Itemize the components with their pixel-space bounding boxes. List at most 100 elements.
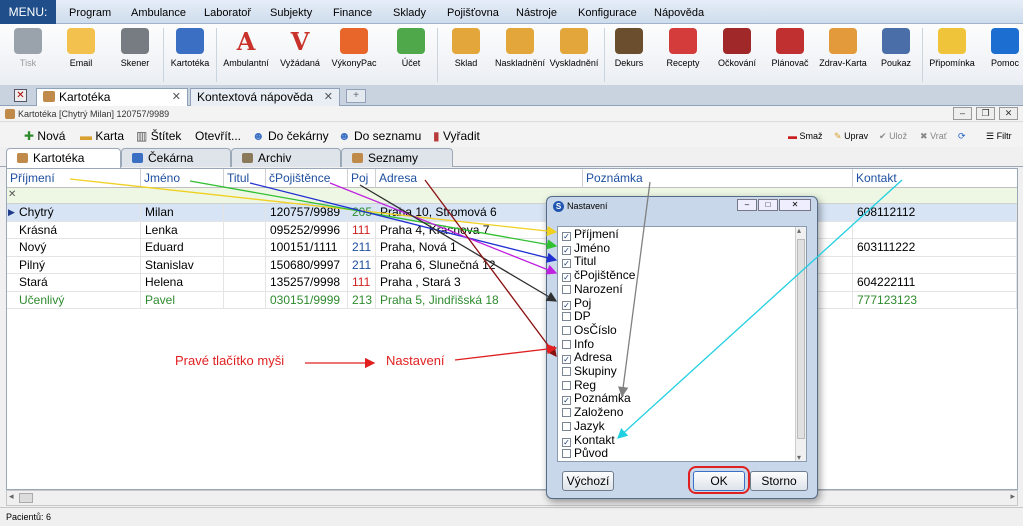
- minimize-icon[interactable]: –: [737, 199, 757, 211]
- column-option[interactable]: ✓ Jméno: [562, 241, 610, 256]
- column-option[interactable]: Skupiny: [562, 364, 617, 379]
- toolbar-button-v-konypac[interactable]: VýkonyPac: [328, 24, 380, 86]
- filter-button[interactable]: ☰ Filtr: [986, 128, 1012, 144]
- to-waiting-room-button[interactable]: ☻ Do čekárny: [252, 127, 329, 145]
- table-row[interactable]: Stará Helena 135257/9998 111 Praha , Stará 3…: [7, 274, 1017, 292]
- tab-cekarna[interactable]: Čekárna: [121, 148, 231, 167]
- close-dialog-icon[interactable]: ✕: [779, 199, 811, 211]
- toolbar-button-tisk[interactable]: Tisk: [2, 24, 54, 86]
- checkbox[interactable]: [562, 325, 571, 335]
- checkbox[interactable]: ✓: [562, 273, 571, 283]
- column-header-cpojistence[interactable]: čPojištěnce: [266, 169, 348, 188]
- column-header-poznamka[interactable]: Poznámka: [583, 169, 853, 188]
- tab-kontextova-napoveda[interactable]: Kontextová nápověda ✕: [190, 88, 340, 106]
- menu-item-subjekty[interactable]: Subjekty: [270, 0, 312, 24]
- checkbox[interactable]: ✓: [562, 396, 571, 406]
- menu-item-pojistovna[interactable]: Pojišťovna: [447, 0, 499, 24]
- toolbar-button-naskladn-n-[interactable]: Naskladnění: [494, 24, 546, 86]
- column-header-jmeno[interactable]: Jméno: [141, 169, 224, 188]
- close-tab-icon[interactable]: ✕: [172, 89, 181, 106]
- card-button[interactable]: ▬ Karta: [80, 127, 124, 145]
- minimize-icon[interactable]: –: [953, 107, 972, 120]
- scroll-up-icon[interactable]: ▴: [797, 227, 801, 235]
- column-option[interactable]: ✓ Poznámka: [562, 392, 631, 406]
- table-row[interactable]: ▶ Chytrý Milan 120757/9989 205 Praha 10, Stro…: [7, 204, 1017, 222]
- table-row[interactable]: Krásná Lenka 095252/9996 111 Praha 4, Krásno…: [7, 221, 1017, 239]
- toolbar-button-sklad[interactable]: Sklad: [440, 24, 492, 86]
- column-option[interactable]: ✓ Adresa: [562, 350, 612, 365]
- scroll-thumb[interactable]: [797, 239, 805, 439]
- checkbox[interactable]: [562, 408, 571, 418]
- default-button[interactable]: Výchozí: [562, 471, 614, 491]
- menu-item-program[interactable]: Program: [69, 0, 111, 24]
- close-tab-icon[interactable]: ✕: [324, 89, 333, 106]
- column-option[interactable]: Původ: [562, 446, 608, 461]
- column-option[interactable]: OsČíslo: [562, 323, 617, 338]
- restore-icon[interactable]: ❐: [976, 107, 995, 120]
- edit-button[interactable]: ✎ Uprav: [834, 128, 868, 144]
- table-row[interactable]: Nový Eduard 100151/1111 211 Praha, Nová 1 603…: [7, 239, 1017, 257]
- toolbar-button-pomoc[interactable]: Pomoc: [979, 24, 1023, 86]
- checkbox[interactable]: [562, 284, 571, 294]
- column-option[interactable]: Reg: [562, 378, 596, 393]
- checkbox[interactable]: [562, 449, 571, 459]
- tab-seznamy[interactable]: Seznamy: [341, 148, 453, 167]
- scroll-right-icon[interactable]: ▸: [1010, 491, 1015, 502]
- toolbar-button--et[interactable]: Účet: [385, 24, 437, 86]
- toolbar-button-vyskladn-n-[interactable]: Vyskladnění: [548, 24, 600, 86]
- menu-item-laborator[interactable]: Laboratoř: [204, 0, 251, 24]
- discard-button[interactable]: ▮ Vyřadit: [433, 127, 480, 145]
- toolbar-button-ambulantn-[interactable]: A Ambulantní: [220, 24, 272, 86]
- column-option[interactable]: ✓ Příjmení: [562, 227, 619, 242]
- column-option[interactable]: ✓ čPojištěnce: [562, 268, 635, 283]
- scroll-down-icon[interactable]: ▾: [797, 453, 801, 461]
- menu-item-sklady[interactable]: Sklady: [393, 0, 426, 24]
- scroll-left-icon[interactable]: ◂: [9, 491, 14, 502]
- toolbar-button-pl-nova-[interactable]: Plánovač: [764, 24, 816, 86]
- checkbox[interactable]: ✓: [562, 259, 571, 269]
- vertical-scrollbar[interactable]: ▴ ▾: [795, 227, 806, 461]
- column-option[interactable]: Narození: [562, 282, 623, 297]
- toolbar-button-o-kov-n-[interactable]: Očkování: [711, 24, 763, 86]
- checkbox[interactable]: [562, 367, 571, 376]
- new-tab-button[interactable]: +: [346, 89, 366, 103]
- tab-archiv[interactable]: Archiv: [231, 148, 341, 167]
- checkbox[interactable]: [562, 421, 571, 431]
- save-button[interactable]: ✔ Ulož: [879, 128, 907, 144]
- cancel-button[interactable]: Storno: [750, 471, 808, 491]
- menu-item-ambulance[interactable]: Ambulance: [131, 0, 186, 24]
- menu-item-nastroje[interactable]: Nástroje: [516, 0, 557, 24]
- column-header-poj[interactable]: Poj: [348, 169, 376, 188]
- toolbar-button-recepty[interactable]: Recepty: [657, 24, 709, 86]
- checkbox[interactable]: ✓: [562, 232, 571, 241]
- column-option[interactable]: ✓ Kontakt: [562, 433, 615, 448]
- column-option[interactable]: ✓ Poj: [562, 296, 591, 311]
- close-all-tabs-icon[interactable]: ✕: [14, 89, 27, 102]
- tab-kartoteka-section[interactable]: Kartotéka: [6, 148, 121, 168]
- checkbox[interactable]: ✓: [562, 245, 571, 255]
- toolbar-button-zdrav-karta[interactable]: Zdrav-Karta: [817, 24, 869, 86]
- revert-button[interactable]: ✖ Vrať: [920, 128, 947, 144]
- refresh-icon[interactable]: ⟳: [958, 128, 966, 144]
- menu-item-napoveda[interactable]: Nápověda: [654, 0, 704, 24]
- toolbar-button-email[interactable]: Email: [55, 24, 107, 86]
- new-button[interactable]: ✚ Nová: [24, 127, 65, 145]
- toolbar-button-skener[interactable]: Skener: [109, 24, 161, 86]
- column-option[interactable]: DP: [562, 309, 591, 324]
- checkbox[interactable]: ✓: [562, 437, 571, 447]
- close-window-icon[interactable]: ✕: [999, 107, 1018, 120]
- toolbar-button-vy-dan-[interactable]: V Vyžádaná: [274, 24, 326, 86]
- tab-kartoteka[interactable]: Kartotéka ✕: [36, 88, 188, 106]
- table-row[interactable]: Pilný Stanislav 150680/9997 211 Praha 6, Slu…: [7, 256, 1017, 274]
- checkbox[interactable]: ✓: [562, 300, 571, 310]
- menu-item-konfigurace[interactable]: Konfigurace: [578, 0, 637, 24]
- column-option[interactable]: Založeno: [562, 405, 623, 420]
- checkbox[interactable]: ✓: [562, 355, 571, 365]
- ok-button[interactable]: OK: [693, 471, 745, 491]
- toolbar-button-p-ipom-nka[interactable]: Připomínka: [926, 24, 978, 86]
- column-header-adresa[interactable]: Adresa: [376, 169, 583, 188]
- toolbar-button-poukaz[interactable]: Poukaz: [870, 24, 922, 86]
- column-header-kontakt[interactable]: Kontakt: [853, 169, 1017, 188]
- column-header-prijmeni[interactable]: Příjmení: [7, 169, 141, 188]
- scroll-thumb[interactable]: [19, 493, 33, 503]
